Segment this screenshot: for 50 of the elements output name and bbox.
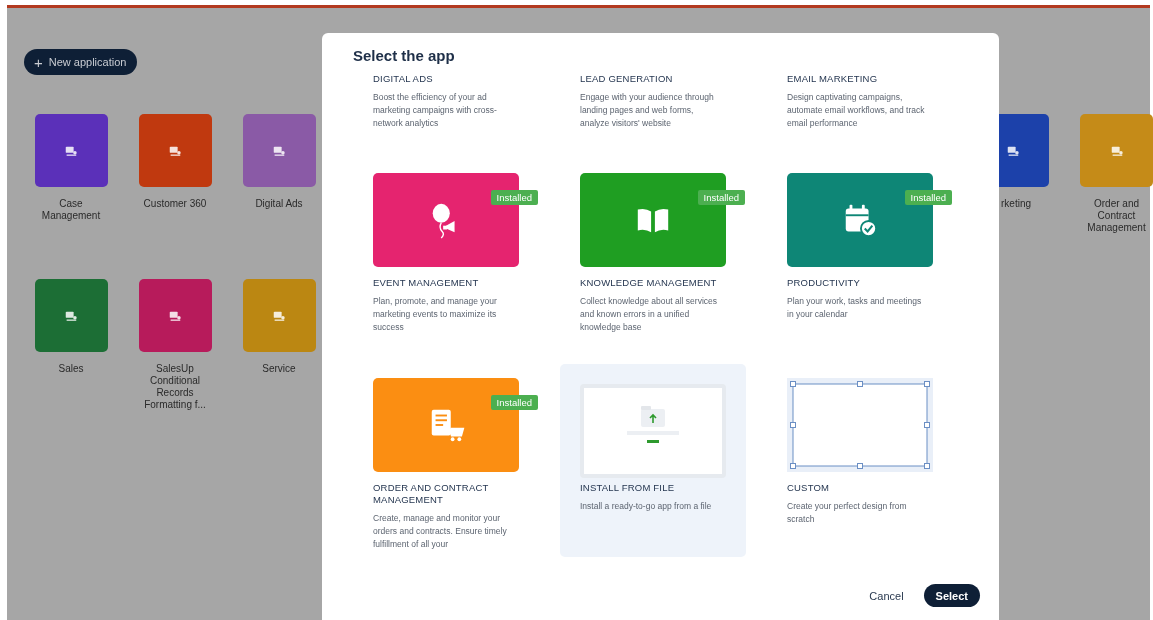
option-title: ORDER AND CONTRACT MANAGEMENT xyxy=(373,482,490,506)
app-option[interactable]: INSTALL FROM FILE Install a ready-to-go app from a file xyxy=(560,364,746,557)
option-title: EVENT MANAGEMENT xyxy=(373,277,480,289)
option-title: INSTALL FROM FILE xyxy=(580,482,676,494)
app-label: Customer 360 xyxy=(143,198,207,210)
option-description: Create, manage and monitor your orders and contracts. Ensure timely fulfillment of all your xyxy=(373,512,508,551)
app-option[interactable]: Installed KNOWLEDGE MANAGEMENT Collect knowledge about all services and known errors in a unified knowledge base xyxy=(560,159,746,352)
cancel-button[interactable]: Cancel xyxy=(863,585,910,606)
app-option[interactable]: CUSTOM Create your perfect design from scratch xyxy=(767,364,953,557)
option-title: PRODUCTIVITY xyxy=(787,277,862,289)
app-tile[interactable] xyxy=(1080,114,1153,187)
option-description: Create your perfect design from scratch xyxy=(787,500,908,526)
app-option[interactable]: DIGITAL ADS Boost the efficiency of your ad marketing campaigns with cross-network analytics xyxy=(353,73,539,147)
app-tile[interactable] xyxy=(242,279,316,352)
option-description: Plan, promote, and manage your marketing events to maximize its success xyxy=(373,295,498,334)
app-label: Sales xyxy=(58,363,84,375)
app-label: SalesUp Conditional Records Formatting f... xyxy=(143,363,207,411)
option-title: EMAIL MARKETING xyxy=(787,73,879,85)
option-title: KNOWLEDGE MANAGEMENT xyxy=(580,277,718,289)
app-option[interactable]: Installed EVENT MANAGEMENT Plan, promote, and manage your marketing events to maximize its success xyxy=(353,159,539,352)
option-description: Engage with your audience through landing pages and web forms, analyze visitors' website xyxy=(580,91,715,130)
dialog-title: Select the app xyxy=(353,47,456,66)
installed-badge: Installed xyxy=(697,190,745,205)
option-title: DIGITAL ADS xyxy=(373,73,434,85)
installed-badge: Installed xyxy=(490,190,538,205)
app-option[interactable]: EMAIL MARKETING Design captivating campaigns, automate email workflows, and track email performance xyxy=(767,73,953,147)
installed-badge: Installed xyxy=(490,395,538,410)
app-tile[interactable] xyxy=(138,279,212,352)
option-description: Collect knowledge about all services and known errors in a unified knowledge base xyxy=(580,295,718,334)
app-tile[interactable] xyxy=(34,114,108,187)
option-description: Install a ready-to-go app from a file xyxy=(580,500,713,513)
option-description: Design captivating campaigns, automate email workflows, and track email performance xyxy=(787,91,925,130)
app-label: rketing xyxy=(1000,198,1031,210)
app-label: Order and Contract Management xyxy=(1086,198,1147,234)
app-label: Service xyxy=(262,363,296,375)
option-description: Boost the efficiency of your ad marketing campaigns with cross-network analytics xyxy=(373,91,498,130)
app-label: Case Management xyxy=(40,198,102,222)
app-option[interactable]: LEAD GENERATION Engage with your audience through landing pages and web forms, analyze visitors' website xyxy=(560,73,746,147)
app-tile[interactable] xyxy=(242,114,316,187)
option-title: LEAD GENERATION xyxy=(580,73,674,85)
select-button[interactable]: Select xyxy=(923,584,980,607)
app-option[interactable]: Installed PRODUCTIVITY Plan your work, tasks and meetings in your calendar xyxy=(767,159,953,352)
option-title: CUSTOM xyxy=(787,482,831,494)
installed-badge: Installed xyxy=(904,190,952,205)
option-description: Plan your work, tasks and meetings in your calendar xyxy=(787,295,923,321)
app-option[interactable]: Installed ORDER AND CONTRACT MANAGEMENT Create, manage and monitor your orders and contracts. Ensure timely fulfillment of all your xyxy=(353,364,539,557)
new-application-button[interactable]: + New application xyxy=(24,49,138,75)
app-tile[interactable] xyxy=(138,114,212,187)
app-tile[interactable] xyxy=(34,279,108,352)
app-label: Digital Ads xyxy=(255,198,303,210)
